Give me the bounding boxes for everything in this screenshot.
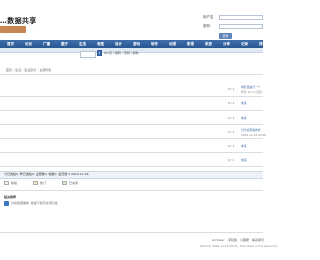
password-label: 密码 (203, 24, 210, 28)
nav-item[interactable]: 论坛 (25, 42, 32, 47)
nav-item[interactable]: 生活 (79, 42, 86, 47)
nav-item[interactable]: 圈子 (61, 42, 68, 47)
thread-reply-count: 0 / 1 (228, 101, 235, 105)
divider (0, 152, 263, 153)
thread-last-poster[interactable]: 未来 (241, 158, 247, 162)
page-jump-input[interactable] (80, 51, 96, 58)
legend-new-icon (4, 181, 9, 185)
thread-last-poster[interactable]: 未来 (241, 101, 247, 105)
legend-hot-icon (33, 181, 38, 185)
divider (0, 190, 263, 191)
thread-reply-count: 0 / 1 (228, 130, 235, 134)
divider (0, 110, 263, 111)
nav-item[interactable]: 影视 (187, 42, 194, 47)
legend-closed-icon (62, 181, 67, 185)
nav-item[interactable]: 游戏 (133, 42, 140, 47)
divider (0, 166, 263, 167)
divider (0, 232, 263, 233)
footer-link[interactable]: 手机版 (228, 238, 237, 242)
nav-item[interactable]: 排行榜 (259, 42, 270, 47)
legend-label: 热门 (40, 181, 47, 185)
thread-last-time: 昨天 10:14 回复 (241, 90, 263, 94)
thread-last-poster[interactable]: 未来 (241, 116, 247, 120)
thread-reply-count: 0 / 1 (228, 116, 235, 120)
thread-reply-count: 0 / 1 (228, 87, 235, 91)
divider (0, 74, 263, 75)
nav-item[interactable]: 首页 (7, 42, 14, 47)
thread-last-poster[interactable]: 未来 (241, 144, 247, 148)
main-navbar: 首页 论坛 广播 圈子 生活 淘宝 设计 游戏 软件 动漫 影视 家居 分享 记… (0, 40, 270, 48)
thread-last-poster[interactable]: 分享资源发布者 (241, 128, 261, 132)
reference-icon (4, 201, 9, 206)
nav-item[interactable]: 记录 (241, 42, 248, 47)
forum-stats-text: 今日发帖0, 昨日发帖0, 主题数0, 帖数0, 会员数 0 2019-12-2… (4, 172, 89, 176)
divider (0, 124, 263, 125)
nav-item[interactable]: 动漫 (169, 42, 176, 47)
password-input[interactable] (219, 24, 263, 29)
thread-reply-count: 0 / 1 (228, 158, 235, 162)
nav-item[interactable]: 分享 (223, 42, 230, 47)
section-title: 相关推荐 (4, 195, 17, 199)
legend-label: 已关闭 (69, 181, 79, 185)
thread-reply-count: 0 / 1 (228, 144, 235, 148)
legend-label: 新帖 (11, 181, 18, 185)
login-button[interactable]: 登录 (219, 33, 232, 39)
nav-item[interactable]: 淘宝 (97, 42, 104, 47)
current-page-button[interactable]: 1 (97, 50, 102, 56)
footer-link[interactable]: 小黑屋 (240, 238, 249, 242)
nav-item[interactable]: 设计 (115, 42, 122, 47)
footer-copyright: GMT+8, 2020-11-16 09:21 , Processed in 0… (200, 244, 278, 248)
site-logo[interactable] (0, 26, 26, 33)
breadcrumb[interactable]: 首页 › 生活 › 生活杂记 › 主题列表 (6, 68, 51, 72)
footer-link[interactable]: Archiver (212, 238, 224, 242)
thread-last-poster[interactable]: 电影自由行一个 (241, 85, 261, 89)
username-input[interactable] (219, 15, 263, 20)
nav-item[interactable]: 家居 (205, 42, 212, 47)
nav-item[interactable]: 广播 (43, 42, 50, 47)
username-label: 用户名 (203, 15, 214, 19)
footer-link[interactable]: 联系我们 (252, 238, 264, 242)
divider (0, 96, 263, 97)
nav-item[interactable]: 软件 (151, 42, 158, 47)
thread-last-time: 2020-11-16 09:00 (241, 133, 267, 137)
site-banner-text: …数据共享 (0, 17, 37, 25)
divider (0, 138, 263, 139)
reference-text[interactable]: 分享资源发布, 欢迎下载与交流讨论 (11, 201, 58, 205)
pager-text: 共1页 / 跳转 / 页码 / 刷新 (104, 51, 139, 55)
